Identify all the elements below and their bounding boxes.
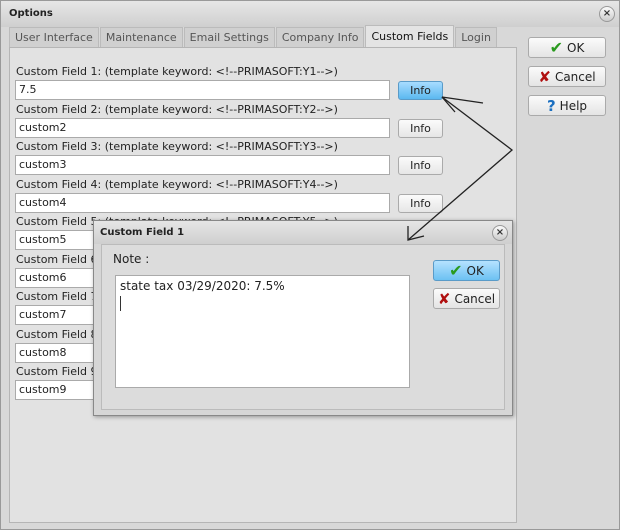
note-textarea[interactable]: state tax 03/29/2020: 7.5% <box>115 275 410 388</box>
custom-field-input[interactable]: 7.5 <box>15 80 390 100</box>
cancel-button[interactable]: ✘ Cancel <box>528 66 606 87</box>
tab-company-info[interactable]: Company Info <box>275 27 365 47</box>
check-icon: ✔ <box>549 38 564 57</box>
info-button[interactable]: Info <box>398 193 443 213</box>
tab-email-settings[interactable]: Email Settings <box>183 27 275 47</box>
close-icon[interactable]: × <box>599 6 615 22</box>
ok-button[interactable]: ✔ OK <box>528 37 606 58</box>
help-label: Help <box>559 98 588 113</box>
text-caret <box>120 296 121 311</box>
info-button[interactable]: Info <box>398 118 443 138</box>
custom-field-label: Custom Field 7: <box>16 290 102 303</box>
x-icon: ✘ <box>538 67 551 86</box>
note-text: state tax 03/29/2020: 7.5% <box>120 279 285 293</box>
note-label: Note : <box>113 252 150 266</box>
custom-field-label: Custom Field 8: <box>16 327 102 341</box>
help-button[interactable]: ? Help <box>528 95 606 116</box>
tab-maintenance[interactable]: Maintenance <box>99 27 183 47</box>
custom-field-label: Custom Field 2: (template keyword: <!--P… <box>16 102 338 116</box>
dialog-cancel-label: Cancel <box>454 291 496 306</box>
tab-bar: User Interface Maintenance Email Setting… <box>9 25 498 47</box>
custom-field-input[interactable]: custom3 <box>15 155 390 175</box>
dialog-cancel-button[interactable]: ✘ Cancel <box>433 288 500 309</box>
question-icon: ? <box>546 96 556 115</box>
check-icon: ✔ <box>449 261 463 280</box>
info-button[interactable]: Info <box>398 81 443 100</box>
info-button[interactable]: Info <box>398 156 443 175</box>
tab-custom-fields[interactable]: Custom Fields <box>365 25 455 47</box>
x-icon: ✘ <box>437 289 451 308</box>
custom-field-label: Custom Field 6: <box>16 252 102 266</box>
dialog-ok-label: OK <box>466 263 484 278</box>
custom-field-input[interactable]: custom4 <box>15 192 390 213</box>
custom-field-label: Custom Field 1: (template keyword: <!--P… <box>16 65 338 78</box>
dialog-ok-button[interactable]: ✔ OK <box>433 260 500 281</box>
title-bar: Options × <box>1 1 619 27</box>
custom-field-label: Custom Field 3: (template keyword: <!--P… <box>16 140 338 153</box>
custom-field-input[interactable]: custom2 <box>15 117 390 138</box>
custom-field-label: Custom Field 4: (template keyword: <!--P… <box>16 177 338 191</box>
dialog-title-bar: Custom Field 1 × <box>94 221 512 244</box>
dialog-close-icon[interactable]: × <box>492 225 508 241</box>
ok-label: OK <box>567 40 585 55</box>
tab-user-interface[interactable]: User Interface <box>9 27 99 47</box>
window-title: Options <box>9 8 53 19</box>
dialog-title: Custom Field 1 <box>100 227 185 238</box>
custom-field-label: Custom Field 9: <box>16 365 102 378</box>
cancel-label: Cancel <box>554 69 596 84</box>
tab-login[interactable]: Login <box>455 27 497 47</box>
